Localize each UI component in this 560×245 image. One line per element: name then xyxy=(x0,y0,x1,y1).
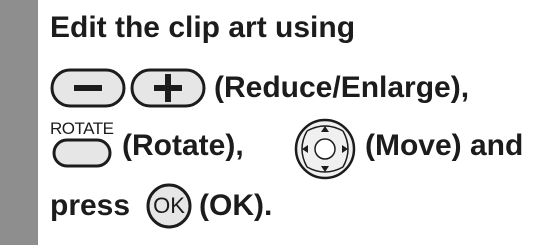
rotate-button-caption: ROTATE xyxy=(50,119,114,138)
ok-button-text: OK xyxy=(153,193,185,218)
instruction-line-1: Edit the clip art using xyxy=(50,11,356,44)
reduce-enlarge-label: (Reduce/Enlarge), xyxy=(214,71,470,104)
ok-label: (OK). xyxy=(199,189,273,222)
rotate-button-icon[interactable] xyxy=(52,138,112,168)
directional-pad-icon[interactable] xyxy=(293,117,357,181)
ok-button-icon[interactable]: OK xyxy=(146,183,192,229)
plus-button-icon[interactable] xyxy=(130,68,206,108)
minus-button-icon[interactable] xyxy=(50,68,126,108)
move-label: (Move) and xyxy=(365,129,524,162)
rotate-label: (Rotate), xyxy=(122,129,244,162)
press-word: press xyxy=(50,189,131,222)
sidebar-bar xyxy=(0,0,38,245)
